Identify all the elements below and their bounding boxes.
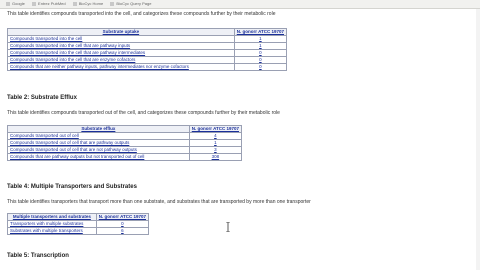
row-link[interactable]: Transporters with multiple substrates — [7, 220, 97, 228]
table-row: Compounds transported out of cell that a… — [7, 146, 243, 154]
page-icon — [72, 1, 77, 6]
table2-substrate-efflux: Substrate efflux N. gonorr ATCC 19707 Co… — [7, 125, 243, 161]
text-cursor-icon — [226, 222, 230, 232]
table1-substrate-uptake: Substrate uptake N. gonorr ATCC 19707 Co… — [7, 28, 288, 71]
row-count[interactable]: 0 — [233, 56, 288, 64]
scrollbar[interactable] — [476, 9, 480, 270]
table-row: Compounds transported into the cell 1 — [7, 35, 288, 43]
row-link[interactable]: Compounds transported into the cell that… — [7, 42, 235, 50]
table-row: Substrates with multiple transporters 6 — [7, 227, 150, 235]
table4-description: This table identifies transporters that … — [7, 199, 311, 205]
row-link[interactable]: Compounds transported into the cell that… — [7, 49, 235, 57]
row-link[interactable]: Compounds transported out of cell that a… — [7, 146, 190, 154]
column-header[interactable]: N. gonorr ATCC 19707 — [95, 213, 150, 221]
table-row: Compounds that are neither pathway input… — [7, 63, 288, 71]
row-count[interactable]: 0 — [95, 220, 150, 228]
row-count[interactable]: 6 — [95, 227, 150, 235]
column-header[interactable]: Substrate uptake — [7, 28, 235, 36]
table-header-row: Multiple transporters and substrates N. … — [7, 213, 150, 221]
bookmark-biocyc-home[interactable]: BioCyc Home — [72, 0, 103, 8]
table2-heading: Table 2: Substrate Efflux — [7, 95, 77, 101]
row-link[interactable]: Compounds that are neither pathway input… — [7, 63, 235, 71]
table1-description: This table identifies compounds transpor… — [7, 11, 276, 17]
row-link[interactable]: Compounds that are pathway outputs but n… — [7, 153, 190, 161]
table-row: Compounds transported out of cell that a… — [7, 139, 243, 147]
table-header-row: Substrate uptake N. gonorr ATCC 19707 — [7, 28, 288, 36]
row-count[interactable]: 1 — [188, 139, 243, 147]
row-count[interactable]: 0 — [233, 49, 288, 57]
row-link[interactable]: Compounds transported out of cell — [7, 132, 190, 140]
table2-description: This table identifies compounds transpor… — [7, 110, 280, 116]
table-row: Compounds transported into the cell that… — [7, 56, 288, 64]
table-row: Compounds transported out of cell 4 — [7, 132, 243, 140]
page-icon — [32, 1, 37, 6]
row-link[interactable]: Substrates with multiple transporters — [7, 227, 97, 235]
table-row: Compounds that are pathway outputs but n… — [7, 153, 243, 161]
bookmark-biocyc-query[interactable]: BioCyc Query Page — [110, 0, 151, 8]
table-row: Compounds transported into the cell that… — [7, 42, 288, 50]
table4-heading: Table 4: Multiple Transporters and Subst… — [7, 184, 137, 190]
bookmark-entrez-pubmed[interactable]: Entrez PubMed — [32, 0, 66, 8]
table-row: Compounds transported into the cell that… — [7, 49, 288, 57]
table4-multiple-transporters: Multiple transporters and substrates N. … — [7, 213, 150, 235]
row-link[interactable]: Compounds transported into the cell — [7, 35, 235, 43]
row-count[interactable]: 1 — [233, 35, 288, 43]
column-header[interactable]: N. gonorr ATCC 19707 — [188, 125, 243, 133]
table-header-row: Substrate efflux N. gonorr ATCC 19707 — [7, 125, 243, 133]
row-link[interactable]: Compounds transported into the cell that… — [7, 56, 235, 64]
bookmark-google[interactable]: Google — [6, 0, 25, 8]
column-header[interactable]: Substrate efflux — [7, 125, 190, 133]
column-header[interactable]: Multiple transporters and substrates — [7, 213, 97, 221]
page-icon — [6, 1, 10, 6]
column-header[interactable]: N. gonorr ATCC 19707 — [233, 28, 288, 36]
row-count[interactable]: 3 — [188, 146, 243, 154]
row-count[interactable]: 4 — [188, 132, 243, 140]
row-count[interactable]: 0 — [233, 63, 288, 71]
table5-heading: Table 5: Transcription — [7, 253, 69, 259]
page-icon — [110, 1, 115, 6]
table-row: Transporters with multiple substrates 0 — [7, 220, 150, 228]
row-link[interactable]: Compounds transported out of cell that a… — [7, 139, 190, 147]
browser-bookmarks-bar: Google Entrez PubMed BioCyc Home BioCyc … — [0, 0, 480, 9]
row-count[interactable]: 308 — [188, 153, 243, 161]
row-count[interactable]: 1 — [233, 42, 288, 50]
